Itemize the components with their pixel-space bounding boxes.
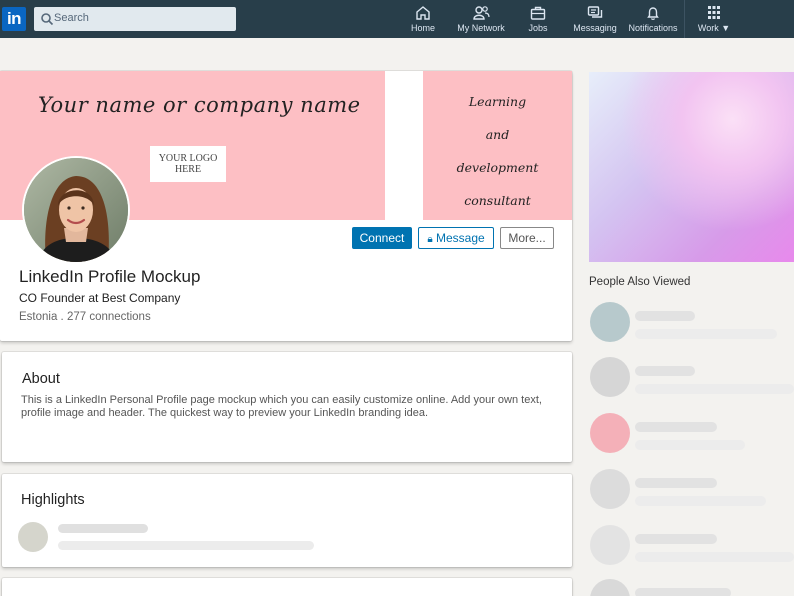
highlight-avatar-placeholder	[18, 522, 48, 552]
top-nav-bar: in Search Home My Network Jobs Messaging…	[0, 0, 794, 38]
my-network-icon	[473, 6, 490, 20]
banner-logo-placeholder: YOUR LOGO HERE	[150, 146, 226, 182]
message-button-label: Message	[435, 231, 485, 245]
nav-home[interactable]: Home	[408, 4, 438, 36]
profile-avatar[interactable]	[22, 156, 130, 264]
highlights-title: Highlights	[21, 492, 85, 508]
tagline-line-1: Learning	[468, 94, 527, 109]
nav-divider	[684, 0, 685, 38]
logo-line-2: HERE	[174, 164, 202, 175]
profile-photo	[24, 158, 128, 262]
person-name-placeholder	[635, 366, 695, 376]
linkedin-logo[interactable]: in	[2, 7, 26, 31]
search-icon	[41, 13, 54, 26]
search-placeholder: Search	[54, 12, 89, 24]
person-name-placeholder	[635, 478, 717, 488]
nav-home-label: Home	[410, 23, 435, 33]
person-avatar[interactable]	[590, 525, 630, 565]
nav-notifications[interactable]: Notifications	[626, 4, 680, 36]
grid-icon	[708, 6, 720, 19]
message-button[interactable]: 🔒︎ Message	[418, 227, 494, 249]
profile-headline: CO Founder at Best Company	[19, 291, 181, 305]
about-text: This is a LinkedIn Personal Profile page…	[21, 394, 542, 419]
highlight-placeholder-line	[58, 541, 314, 550]
nav-my-network-label: My Network	[457, 23, 505, 33]
briefcase-icon	[530, 6, 546, 20]
person-headline-placeholder	[635, 440, 745, 450]
nav-work[interactable]: Work ▼	[694, 4, 734, 36]
person-avatar[interactable]	[590, 579, 630, 596]
highlight-placeholder-line	[58, 524, 148, 533]
person-avatar[interactable]	[590, 469, 630, 509]
person-headline-placeholder	[635, 496, 766, 506]
chevron-down-icon: ▼	[721, 23, 731, 33]
logo-line-1: YOUR LOGO	[158, 153, 218, 164]
nav-messaging[interactable]: Messaging	[572, 4, 618, 36]
sidebar-ad-image[interactable]	[589, 72, 794, 262]
more-button[interactable]: More...	[500, 227, 554, 249]
banner-tagline-panel: Learning and development consultant	[423, 71, 572, 220]
about-card: About This is a LinkedIn Personal Profil…	[2, 352, 572, 462]
about-title: About	[22, 371, 60, 387]
nav-notifications-label: Notifications	[628, 23, 678, 33]
banner-name-text: Your name or company name	[38, 93, 361, 117]
lock-icon: 🔒︎	[427, 234, 433, 245]
person-name-placeholder	[635, 422, 717, 432]
nav-messaging-label: Messaging	[573, 23, 617, 33]
person-avatar[interactable]	[590, 413, 630, 453]
tagline-line-3: development	[456, 160, 539, 175]
connect-button[interactable]: Connect	[352, 227, 412, 249]
bell-icon	[647, 7, 659, 20]
messaging-icon	[587, 6, 603, 18]
people-also-viewed-title: People Also Viewed	[589, 276, 691, 288]
person-headline-placeholder	[635, 552, 794, 562]
home-icon	[416, 6, 430, 20]
tagline-line-4: consultant	[464, 193, 531, 208]
profile-location: Estonia . 277 connections	[19, 311, 151, 323]
tagline-line-2: and	[485, 127, 510, 142]
nav-work-label: Work ▼	[694, 23, 734, 33]
nav-jobs-label: Jobs	[528, 23, 548, 33]
person-headline-placeholder	[635, 384, 794, 394]
highlights-card: Highlights	[2, 474, 572, 567]
nav-jobs[interactable]: Jobs	[524, 4, 552, 36]
profile-card: Your name or company name YOUR LOGO HERE…	[0, 71, 572, 341]
person-avatar[interactable]	[590, 302, 630, 342]
work-label-text: Work	[697, 23, 719, 33]
nav-my-network[interactable]: My Network	[454, 4, 508, 36]
person-name-placeholder	[635, 534, 717, 544]
search-input[interactable]: Search	[34, 7, 236, 31]
person-name-placeholder	[635, 588, 731, 596]
person-name-placeholder	[635, 311, 695, 321]
banner-tagline: Learning and development consultant	[423, 85, 572, 217]
next-section-card	[2, 578, 572, 596]
profile-name: LinkedIn Profile Mockup	[19, 267, 201, 286]
person-headline-placeholder	[635, 329, 777, 339]
person-avatar[interactable]	[590, 357, 630, 397]
